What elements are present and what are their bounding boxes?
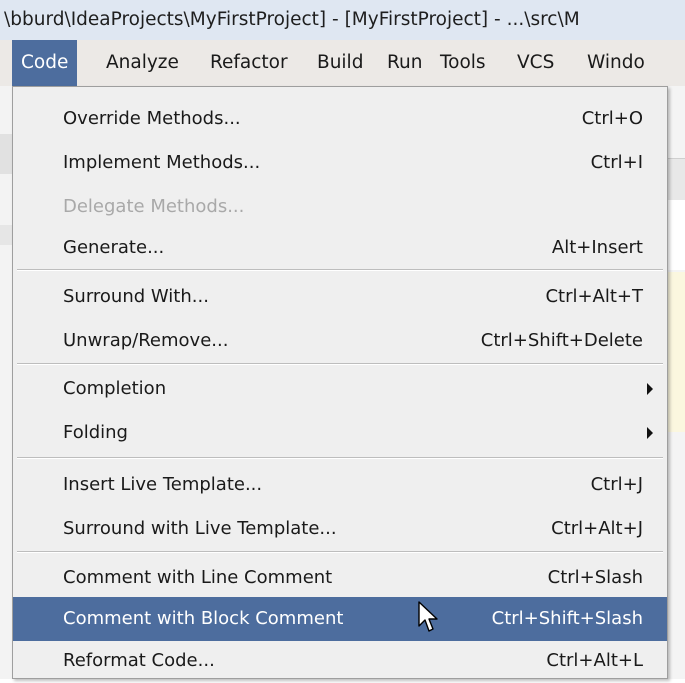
- menu-item-insert-live-template[interactable]: Insert Live Template... Ctrl+J: [13, 463, 667, 507]
- menu-item-label: Comment with Line Comment: [63, 567, 333, 588]
- menu-item-shortcut: Ctrl+Alt+J: [551, 518, 643, 539]
- menu-window[interactable]: Windo: [578, 40, 654, 86]
- menu-item-shortcut: Ctrl+Alt+L: [546, 650, 643, 671]
- menu-run[interactable]: Run: [378, 40, 431, 86]
- menu-item-shortcut: Alt+Insert: [551, 237, 643, 258]
- menu-item-surround-with[interactable]: Surround With... Ctrl+Alt+T: [13, 275, 667, 319]
- menu-item-label: Implement Methods...: [63, 152, 261, 173]
- menu-bar: Code Analyze Refactor Build Run Tools VC…: [0, 40, 685, 87]
- background-left-tab: [0, 225, 12, 245]
- menu-item-completion[interactable]: Completion: [13, 367, 667, 411]
- menu-separator: [17, 551, 663, 553]
- menu-item-shortcut: Ctrl+Shift+Slash: [491, 608, 643, 629]
- menu-item-delegate-methods: Delegate Methods...: [13, 185, 667, 229]
- menu-item-label: Delegate Methods...: [63, 196, 245, 217]
- menu-item-folding[interactable]: Folding: [13, 411, 667, 455]
- menu-build[interactable]: Build: [308, 40, 372, 86]
- submenu-arrow-icon: [647, 427, 653, 439]
- background-editor-area: [668, 200, 685, 270]
- code-menu-popup: Override Methods... Ctrl+O Implement Met…: [12, 86, 668, 679]
- menu-code[interactable]: Code: [12, 40, 78, 86]
- background-editor-tab: [668, 158, 685, 202]
- menu-item-shortcut: Ctrl+Shift+Delete: [480, 330, 643, 351]
- submenu-arrow-icon: [647, 383, 653, 395]
- menu-item-shortcut: Ctrl+Slash: [547, 567, 643, 588]
- menu-item-shortcut: Ctrl+J: [590, 474, 643, 495]
- menu-item-comment-block[interactable]: Comment with Block Comment Ctrl+Shift+Sl…: [13, 597, 667, 641]
- menu-separator: [17, 457, 663, 459]
- menu-item-label: Comment with Block Comment: [63, 608, 344, 629]
- menu-item-override-methods[interactable]: Override Methods... Ctrl+O: [13, 97, 667, 141]
- menu-item-label: Surround With...: [63, 286, 209, 307]
- window-title-bar: \bburd\IdeaProjects\MyFirstProject] - [M…: [0, 0, 685, 40]
- background-left-panel: [0, 86, 12, 679]
- menu-item-label: Completion: [63, 378, 167, 399]
- menu-refactor[interactable]: Refactor: [201, 40, 297, 86]
- menu-item-label: Folding: [63, 422, 128, 443]
- window-title: \bburd\IdeaProjects\MyFirstProject] - [M…: [4, 9, 580, 30]
- menu-item-unwrap-remove[interactable]: Unwrap/Remove... Ctrl+Shift+Delete: [13, 319, 667, 363]
- menu-separator: [17, 269, 663, 271]
- menu-item-generate[interactable]: Generate... Alt+Insert: [13, 226, 667, 270]
- menu-item-surround-with-live-template[interactable]: Surround with Live Template... Ctrl+Alt+…: [13, 507, 667, 551]
- menu-item-comment-line[interactable]: Comment with Line Comment Ctrl+Slash: [13, 556, 667, 600]
- menu-item-label: Unwrap/Remove...: [63, 330, 229, 351]
- menu-item-label: Insert Live Template...: [63, 474, 263, 495]
- menu-item-label: Reformat Code...: [63, 650, 215, 671]
- menu-vcs[interactable]: VCS: [508, 40, 563, 86]
- menu-analyze[interactable]: Analyze: [97, 40, 188, 86]
- menu-item-reformat-code[interactable]: Reformat Code... Ctrl+Alt+L: [13, 639, 667, 683]
- menu-item-shortcut: Ctrl+Alt+T: [545, 286, 643, 307]
- menu-tools[interactable]: Tools: [431, 40, 495, 86]
- background-left-tab: [0, 134, 12, 174]
- background-doc-comment: [668, 272, 685, 432]
- menu-item-shortcut: Ctrl+I: [590, 152, 643, 173]
- menu-item-label: Generate...: [63, 237, 165, 258]
- menu-item-shortcut: Ctrl+O: [581, 108, 643, 129]
- menu-item-label: Surround with Live Template...: [63, 518, 337, 539]
- menu-separator: [17, 363, 663, 365]
- mouse-pointer-icon: [418, 601, 438, 632]
- menu-item-label: Override Methods...: [63, 108, 241, 129]
- menu-item-implement-methods[interactable]: Implement Methods... Ctrl+I: [13, 141, 667, 185]
